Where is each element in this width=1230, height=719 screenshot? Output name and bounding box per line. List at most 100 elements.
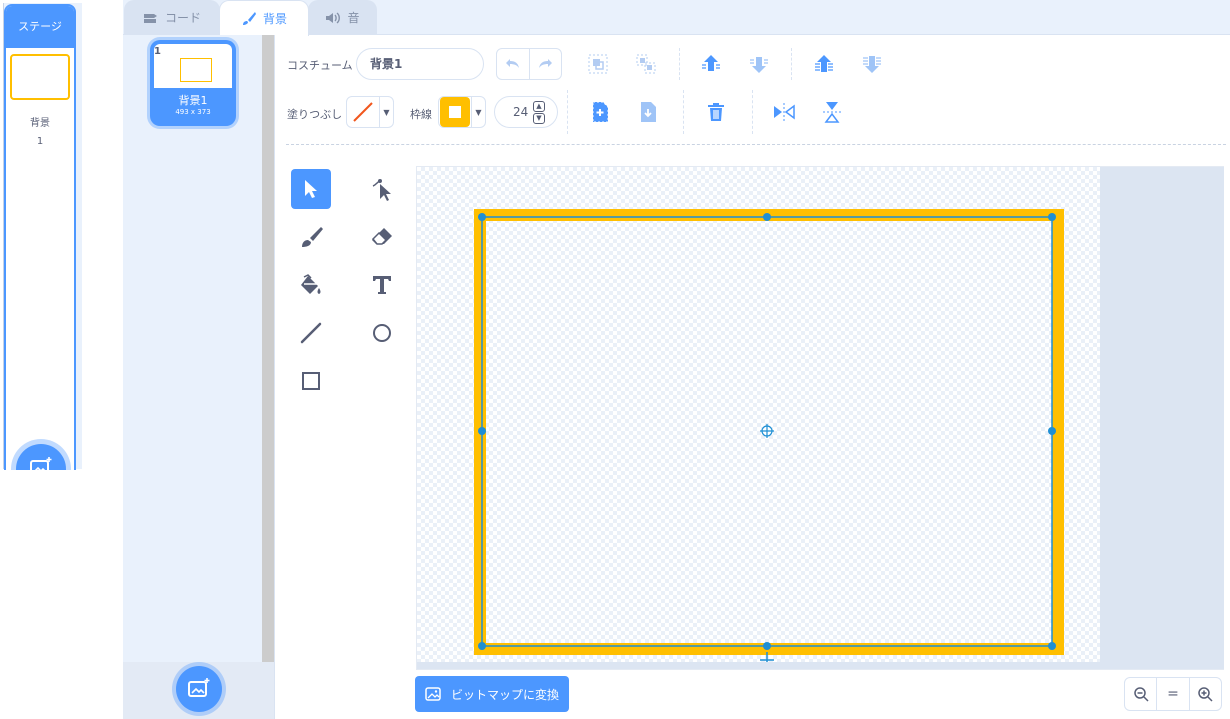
fill-swatch [347,97,380,127]
front-button[interactable] [810,50,838,78]
flip-horizontal-icon [774,103,795,121]
eraser-icon [371,228,392,245]
undo-redo-group [496,48,562,80]
fill-label: 塗りつぶし [287,108,343,121]
undo-icon [505,59,519,68]
costume-name-input[interactable]: 背景1 [356,48,484,80]
tab-code[interactable]: コード [124,0,220,34]
costume-list-item[interactable]: 1 背景1 493 x 373 [150,40,236,126]
zoom-reset-button[interactable]: = [1157,678,1190,710]
rectangle-icon [302,372,320,390]
flip-vertical-button[interactable] [818,98,846,126]
send-to-back-icon [863,56,881,73]
eraser-tool[interactable] [362,217,402,257]
add-backdrop-button[interactable] [16,444,66,470]
paste-button[interactable] [634,98,662,126]
paint-bucket-icon [301,274,321,294]
select-tool[interactable] [291,169,331,209]
costume-list-scrollbar[interactable] [262,35,274,662]
speaker-icon [326,11,341,24]
convert-to-bitmap-button[interactable]: ビットマップに変換 [415,676,569,712]
chevron-down-icon: ▼ [383,107,390,117]
zoom-in-icon [1198,687,1213,702]
toolbar-separator [791,48,792,80]
tab-backdrops[interactable]: 背景 [219,0,309,36]
flip-vertical-icon [823,102,841,123]
outline-width-value[interactable]: 24 [513,105,528,119]
flip-horizontal-button[interactable] [770,98,798,126]
tab-backdrops-label: 背景 [262,12,287,26]
redo-button[interactable] [530,49,562,79]
outline-color-picker[interactable]: ▼ [438,96,486,128]
backward-icon [750,57,768,73]
rectangle-tool[interactable] [291,361,331,401]
outline-swatch-icon [440,97,470,127]
ungroup-button[interactable] [632,50,660,78]
stage-thumbnail [10,54,70,100]
stage-header: ステージ [6,6,74,48]
toolbar-divider [286,144,1226,145]
backward-button[interactable] [745,50,773,78]
zoom-controls: = [1124,677,1222,711]
outline-label: 枠線 [410,108,432,121]
no-fill-swatch-icon [352,101,374,123]
add-costume-button[interactable] [176,666,222,712]
chevron-down-icon: ▼ [475,107,482,117]
stage-selector[interactable]: ステージ 背景 1 [4,4,76,470]
code-icon [143,13,157,23]
circle-icon [373,324,391,342]
redo-icon [539,59,553,68]
selected-rectangle-shape[interactable] [470,205,1070,667]
zoom-out-icon [1133,687,1149,702]
tab-code-label: コード [164,11,201,25]
zoom-out-button[interactable] [1125,678,1158,710]
undo-button[interactable] [497,49,530,79]
convert-to-bitmap-label: ビットマップに変換 [451,687,560,702]
arrow-cursor-icon [305,180,317,198]
toolbar-separator [683,90,684,134]
backdrops-count: 1 [36,136,44,147]
costume-size: 493 x 373 [175,108,211,116]
circle-tool[interactable] [362,313,402,353]
text-tool[interactable] [362,265,402,305]
group-icon [588,54,608,74]
line-icon [300,322,322,344]
tab-sounds[interactable]: 音 [308,0,377,34]
toolbar-separator [679,48,680,80]
delete-button[interactable] [702,98,730,126]
center-crosshair[interactable] [760,424,774,438]
costume-number: 1 [154,46,161,57]
forward-icon [702,55,720,71]
zoom-in-button[interactable] [1190,678,1221,710]
backdrops-label: 背景 [30,118,50,129]
costume-thumbnail [154,44,232,88]
line-tool[interactable] [291,313,331,353]
reshape-icon [372,179,391,201]
reshape-tool[interactable] [362,169,402,209]
ungroup-icon [636,54,656,74]
increment-icon[interactable]: ▲ [533,101,545,112]
image-icon [425,687,441,701]
fill-tool[interactable] [291,265,331,305]
brush-icon [242,11,256,25]
decrement-icon[interactable]: ▼ [533,113,545,124]
toolbar-separator [752,90,753,134]
fill-color-picker[interactable]: ▼ [346,96,394,128]
add-backdrop-icon [30,457,52,470]
copy-icon [592,101,609,123]
brush-icon [302,227,323,247]
back-button[interactable] [858,50,886,78]
paste-icon [641,102,656,122]
text-icon [373,276,391,294]
canvas-offstage-area [1100,167,1224,669]
costume-name: 背景1 [178,94,208,107]
bring-to-front-icon [815,55,833,72]
brush-tool[interactable] [291,217,331,257]
copy-button[interactable] [586,98,614,126]
toolbar-separator [567,90,568,134]
costume-name-label: コスチューム [287,59,353,72]
trash-icon [708,103,724,121]
forward-button[interactable] [697,50,725,78]
outline-width-stepper[interactable]: 24 ▲ ▼ [494,96,558,128]
group-button[interactable] [584,50,612,78]
